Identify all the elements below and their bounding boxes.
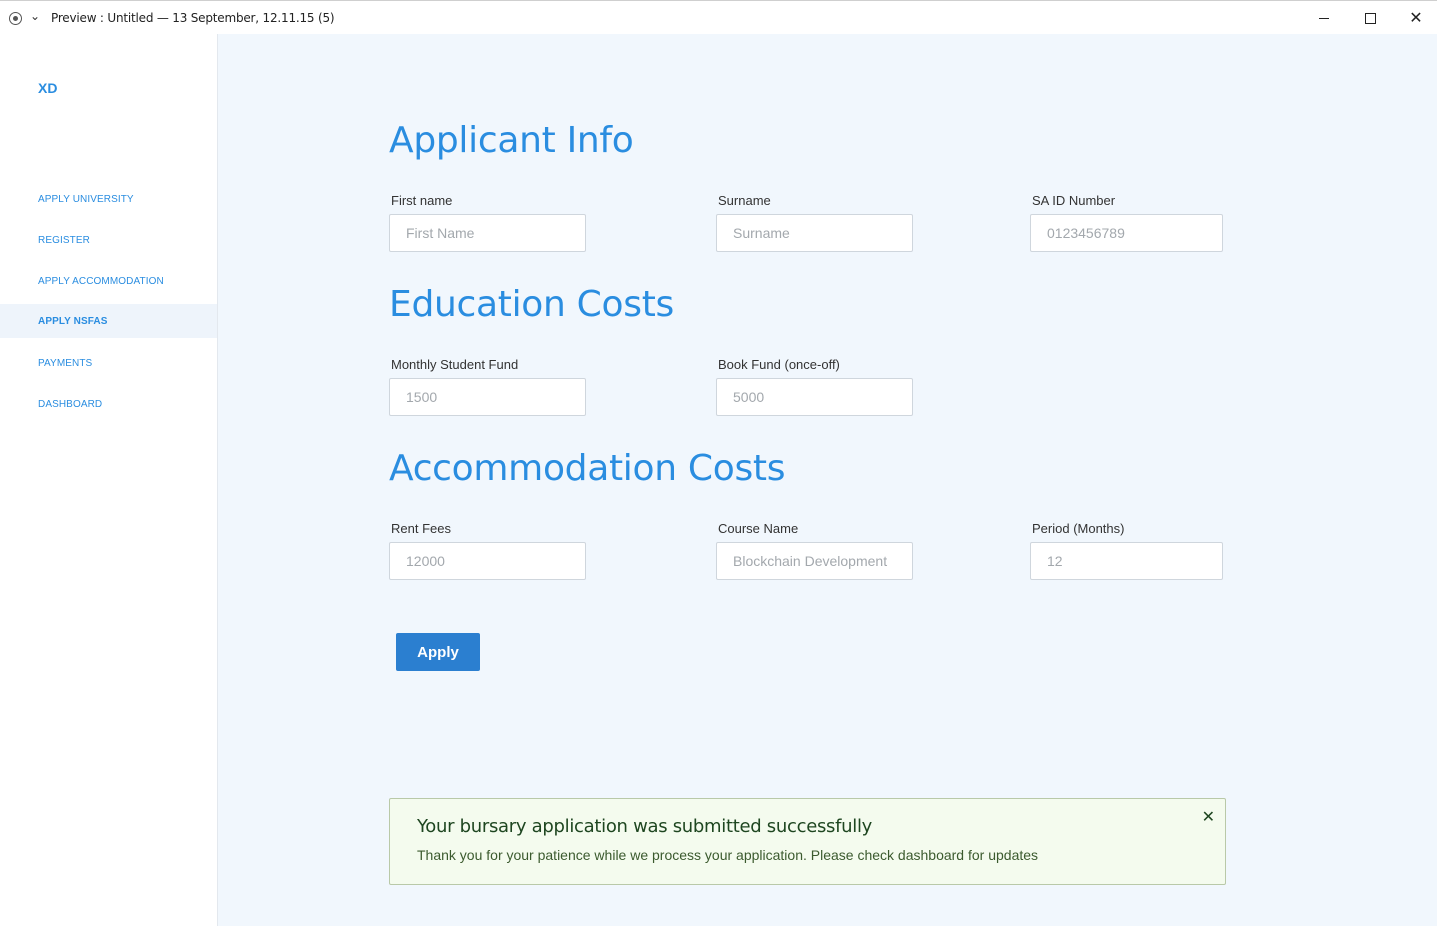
main-content: Applicant Info First name Surname SA ID … bbox=[218, 34, 1437, 926]
monthly-fund-label: Monthly Student Fund bbox=[391, 357, 519, 372]
book-fund-input[interactable] bbox=[716, 378, 913, 416]
window-titlebar: ⌄ Preview : Untitled — 13 September, 12.… bbox=[0, 0, 1437, 34]
app-logo[interactable]: XD bbox=[38, 80, 57, 96]
minimize-button[interactable] bbox=[1301, 1, 1347, 35]
chevron-down-icon[interactable]: ⌄ bbox=[30, 9, 40, 23]
id-number-label: SA ID Number bbox=[1032, 193, 1116, 208]
first-name-label: First name bbox=[391, 193, 453, 208]
period-input[interactable] bbox=[1030, 542, 1223, 580]
close-icon: ✕ bbox=[1409, 8, 1423, 27]
window-title: Preview : Untitled — 13 September, 12.11… bbox=[51, 11, 335, 25]
course-name-label: Course Name bbox=[718, 521, 799, 536]
section-title-accommodation-costs: Accommodation Costs bbox=[389, 448, 786, 489]
apply-button[interactable]: Apply bbox=[396, 633, 480, 671]
alert-title: Your bursary application was submitted s… bbox=[417, 816, 873, 837]
surname-input[interactable] bbox=[716, 214, 913, 252]
record-icon[interactable] bbox=[9, 12, 22, 25]
sidebar-item-apply-accommodation[interactable]: APPLY ACCOMMODATION bbox=[0, 264, 217, 298]
course-name-input[interactable] bbox=[716, 542, 913, 580]
sidebar: XD APPLY UNIVERSITY REGISTER APPLY ACCOM… bbox=[0, 34, 218, 926]
sidebar-item-register[interactable]: REGISTER bbox=[0, 223, 217, 257]
maximize-icon bbox=[1364, 12, 1376, 24]
section-title-education-costs: Education Costs bbox=[389, 284, 674, 325]
first-name-input[interactable] bbox=[389, 214, 586, 252]
sidebar-item-apply-university[interactable]: APPLY UNIVERSITY bbox=[0, 182, 217, 216]
book-fund-label: Book Fund (once-off) bbox=[718, 357, 840, 372]
id-number-input[interactable] bbox=[1030, 214, 1223, 252]
surname-label: Surname bbox=[718, 193, 771, 208]
rent-fees-input[interactable] bbox=[389, 542, 586, 580]
sidebar-item-apply-nsfas[interactable]: APPLY NSFAS bbox=[0, 304, 217, 338]
minimize-icon bbox=[1319, 17, 1329, 19]
sidebar-item-dashboard[interactable]: DASHBOARD bbox=[0, 387, 217, 421]
monthly-fund-input[interactable] bbox=[389, 378, 586, 416]
sidebar-item-payments[interactable]: PAYMENTS bbox=[0, 346, 217, 380]
maximize-button[interactable] bbox=[1347, 1, 1393, 35]
close-icon[interactable]: ✕ bbox=[1202, 807, 1215, 826]
rent-fees-label: Rent Fees bbox=[391, 521, 451, 536]
success-alert: Your bursary application was submitted s… bbox=[389, 798, 1226, 885]
period-label: Period (Months) bbox=[1032, 521, 1125, 536]
section-title-applicant-info: Applicant Info bbox=[389, 120, 634, 161]
alert-message: Thank you for your patience while we pro… bbox=[417, 847, 1039, 863]
close-window-button[interactable]: ✕ bbox=[1393, 1, 1437, 35]
